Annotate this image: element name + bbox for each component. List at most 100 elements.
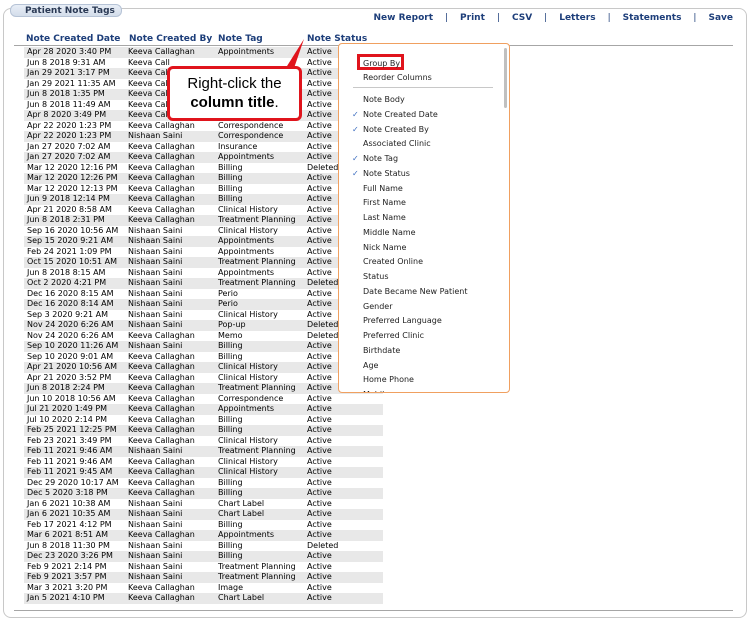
- table-row[interactable]: Feb 9 2021 3:57 PM Nishaan Saini Treatment…: [24, 572, 383, 583]
- menu-item-reorder-columns[interactable]: Reorder Columns: [363, 73, 432, 82]
- menu-item-status[interactable]: Status: [363, 272, 389, 281]
- cell-created-date: Apr 21 2020 3:52 PM: [27, 372, 112, 382]
- table-row[interactable]: Jul 10 2020 2:14 PM Keeva Callaghan Billin…: [24, 415, 383, 426]
- cell-created-date: Apr 21 2020 8:58 AM: [27, 204, 112, 214]
- table-row[interactable]: Jun 8 2018 8:15 AM Nishaan Saini Appointme…: [24, 268, 383, 279]
- table-row[interactable]: Apr 22 2020 1:23 PM Nishaan Saini Correspo…: [24, 131, 383, 142]
- cell-created-by: Nishaan Saini: [128, 288, 183, 298]
- cell-created-date: Jan 27 2020 7:02 AM: [27, 152, 111, 161]
- table-row[interactable]: Jul 21 2020 1:49 PM Keeva Callaghan Appoin…: [24, 404, 383, 415]
- table-row[interactable]: Feb 17 2021 4:12 PM Nishaan Saini Billing A…: [24, 520, 383, 531]
- menu-item-full-name[interactable]: Full Name: [363, 184, 403, 193]
- cell-note-status: Deleted: [307, 162, 339, 172]
- table-row[interactable]: Jan 6 2021 10:38 AM Nishaan Saini Chart La…: [24, 499, 383, 510]
- table-row[interactable]: Jan 27 2020 7:02 AM Keeva Callaghan Appoin…: [24, 152, 383, 163]
- table-row[interactable]: Jun 8 2018 11:30 PM Nishaan Saini Billing D…: [24, 541, 383, 552]
- menu-item-created-online[interactable]: Created Online: [363, 257, 423, 266]
- letters-link[interactable]: Letters: [559, 13, 595, 23]
- cell-note-status: Active: [307, 225, 332, 235]
- menu-item-nick-name[interactable]: Nick Name: [363, 243, 406, 252]
- cell-created-by: Keeva Callaghan: [128, 152, 195, 161]
- table-row[interactable]: Nov 24 2020 6:26 AM Nishaan Saini Pop-up De…: [24, 320, 383, 331]
- table-row[interactable]: Feb 11 2021 9:46 AM Keeva Callaghan Clinic…: [24, 457, 383, 468]
- table-row[interactable]: Apr 21 2020 10:56 AM Keeva Callaghan Clini…: [24, 362, 383, 373]
- table-row[interactable]: Feb 11 2021 9:46 AM Nishaan Saini Treatmen…: [24, 446, 383, 457]
- menu-item-age[interactable]: Age: [363, 361, 378, 370]
- menu-item-date-became-new-patient[interactable]: Date Became New Patient: [363, 287, 467, 296]
- column-header-note-created-by[interactable]: Note Created By: [129, 34, 212, 44]
- menu-item-home-phone[interactable]: Home Phone: [363, 375, 414, 384]
- table-row[interactable]: Dec 5 2020 3:18 PM Keeva Callaghan Billing…: [24, 488, 383, 499]
- table-row[interactable]: Feb 23 2021 3:49 PM Keeva Callaghan Clinic…: [24, 436, 383, 447]
- cell-created-by: Nishaan Saini: [128, 551, 183, 560]
- table-row[interactable]: Apr 21 2020 8:58 AM Keeva Callaghan Clinic…: [24, 205, 383, 216]
- table-row[interactable]: Dec 29 2020 10:17 AM Keeva Callaghan Billi…: [24, 478, 383, 489]
- table-row[interactable]: Mar 12 2020 12:16 PM Keeva Callaghan Billi…: [24, 163, 383, 174]
- cell-note-status: Active: [307, 414, 332, 424]
- menu-item-mobile[interactable]: Mobile: [363, 390, 389, 392]
- table-row[interactable]: Oct 15 2020 10:51 AM Nishaan Saini Treatme…: [24, 257, 383, 268]
- cell-created-by: Nishaan Saini: [128, 519, 183, 529]
- save-link[interactable]: Save: [708, 13, 733, 23]
- menu-item-note-created-by[interactable]: Note Created By: [363, 125, 429, 134]
- cell-created-by: Keeva Callaghan: [128, 141, 195, 151]
- column-header-note-created-date[interactable]: Note Created Date: [26, 34, 120, 44]
- cell-created-date: Mar 12 2020 12:26 PM: [27, 173, 118, 182]
- cell-created-date: Jun 8 2018 1:35 PM: [27, 89, 105, 98]
- table-row[interactable]: Oct 2 2020 4:21 PM Nishaan Saini Treatment…: [24, 278, 383, 289]
- menu-item-preferred-language[interactable]: Preferred Language: [363, 316, 442, 325]
- print-link[interactable]: Print: [460, 13, 485, 23]
- menu-scrollbar[interactable]: [504, 48, 507, 108]
- menu-item-note-status[interactable]: Note Status: [363, 169, 410, 178]
- table-row[interactable]: Sep 16 2020 10:56 AM Nishaan Saini Clinica…: [24, 226, 383, 237]
- table-row[interactable]: Jun 10 2018 10:56 AM Keeva Callaghan Corre…: [24, 394, 383, 405]
- cell-note-tag: Clinical History: [218, 225, 278, 235]
- table-row[interactable]: Dec 16 2020 8:15 AM Nishaan Saini Perio Act…: [24, 289, 383, 300]
- cell-note-status: Active: [307, 257, 332, 266]
- table-row[interactable]: Jun 9 2018 12:14 PM Keeva Callaghan Billin…: [24, 194, 383, 205]
- table-row[interactable]: Feb 11 2021 9:45 AM Keeva Callaghan Clinic…: [24, 467, 383, 478]
- table-row[interactable]: Apr 21 2020 3:52 PM Keeva Callaghan Clinic…: [24, 373, 383, 384]
- menu-item-group-by[interactable]: Group By: [363, 59, 400, 68]
- menu-item-last-name[interactable]: Last Name: [363, 213, 406, 222]
- menu-item-note-created-date[interactable]: Note Created Date: [363, 110, 438, 119]
- menu-item-birthdate[interactable]: Birthdate: [363, 346, 400, 355]
- menu-item-associated-clinic[interactable]: Associated Clinic: [363, 139, 431, 148]
- csv-link[interactable]: CSV: [512, 13, 532, 23]
- menu-item-preferred-clinic[interactable]: Preferred Clinic: [363, 331, 424, 340]
- table-row[interactable]: Sep 10 2020 9:01 AM Keeva Callaghan Billin…: [24, 352, 383, 363]
- table-row[interactable]: Jan 6 2021 10:35 AM Nishaan Saini Chart La…: [24, 509, 383, 520]
- cell-created-date: Jun 9 2018 12:14 PM: [27, 194, 110, 203]
- table-row[interactable]: Sep 3 2020 9:21 AM Nishaan Saini Clinical …: [24, 310, 383, 321]
- table-row[interactable]: Feb 9 2021 2:14 PM Nishaan Saini Treatment…: [24, 562, 383, 573]
- cell-created-date: Apr 22 2020 1:23 PM: [27, 120, 112, 130]
- table-row[interactable]: Mar 6 2021 8:51 AM Keeva Callaghan Appoint…: [24, 530, 383, 541]
- statements-link[interactable]: Statements: [623, 13, 682, 23]
- table-row[interactable]: Apr 22 2020 1:23 PM Keeva Callaghan Corres…: [24, 121, 383, 132]
- menu-item-gender[interactable]: Gender: [363, 302, 392, 311]
- new-report-link[interactable]: New Report: [374, 13, 433, 23]
- menu-item-note-tag[interactable]: Note Tag: [363, 154, 398, 163]
- table-row[interactable]: Feb 25 2021 12:25 PM Keeva Callaghan Billi…: [24, 425, 383, 436]
- column-header-note-tag[interactable]: Note Tag: [218, 34, 263, 44]
- cell-note-tag: Billing: [218, 173, 243, 182]
- table-row[interactable]: Nov 24 2020 6:26 AM Keeva Callaghan Memo De…: [24, 331, 383, 342]
- cell-created-by: Nishaan Saini: [128, 257, 183, 266]
- menu-item-middle-name[interactable]: Middle Name: [363, 228, 416, 237]
- table-row[interactable]: Mar 12 2020 12:26 PM Keeva Callaghan Billi…: [24, 173, 383, 184]
- menu-item-note-body[interactable]: Note Body: [363, 95, 405, 104]
- table-row[interactable]: Jun 8 2018 2:24 PM Keeva Callaghan Treatme…: [24, 383, 383, 394]
- table-row[interactable]: Mar 3 2021 3:20 PM Keeva Callaghan Image Ac…: [24, 583, 383, 594]
- table-row[interactable]: Jun 8 2018 2:31 PM Keeva Callaghan Treatme…: [24, 215, 383, 226]
- table-row[interactable]: Dec 23 2020 3:26 PM Nishaan Saini Billing A…: [24, 551, 383, 562]
- table-row[interactable]: Jan 5 2021 4:10 PM Keeva Callaghan Chart L…: [24, 593, 383, 604]
- table-row[interactable]: Feb 24 2021 1:09 PM Nishaan Saini Appointm…: [24, 247, 383, 258]
- cell-created-date: Mar 3 2021 3:20 PM: [27, 582, 108, 592]
- table-row[interactable]: Sep 10 2020 11:26 AM Nishaan Saini Billing…: [24, 341, 383, 352]
- table-row[interactable]: Sep 15 2020 9:21 AM Nishaan Saini Appointm…: [24, 236, 383, 247]
- menu-item-first-name[interactable]: First Name: [363, 198, 406, 207]
- table-row[interactable]: Jan 27 2020 7:02 AM Keeva Callaghan Insura…: [24, 142, 383, 153]
- table-row[interactable]: Dec 16 2020 8:14 AM Nishaan Saini Perio Act…: [24, 299, 383, 310]
- table-row[interactable]: Mar 12 2020 12:13 PM Keeva Callaghan Billi…: [24, 184, 383, 195]
- cell-note-tag: Pop-up: [218, 320, 246, 329]
